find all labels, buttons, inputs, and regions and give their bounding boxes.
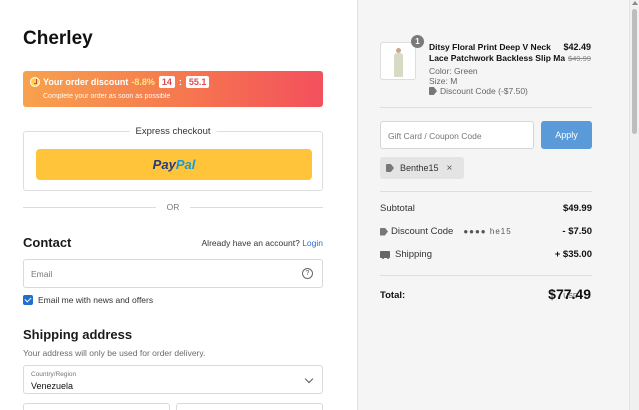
product-size: Size: M xyxy=(429,76,458,86)
email-input[interactable]: Email ? xyxy=(23,259,323,288)
order-summary-panel: 1 Ditsy Floral Print Deep V Neck Lace Pa… xyxy=(357,0,639,410)
discount-title: Your order discount xyxy=(43,77,129,87)
dress-image-body xyxy=(394,53,403,77)
or-divider: OR xyxy=(23,201,323,213)
express-checkout-title: Express checkout xyxy=(129,126,217,137)
shipping-heading: Shipping address xyxy=(23,327,133,342)
order-discount-banner: Your order discount -8.8% 14 : 55.1 Comp… xyxy=(23,71,323,107)
product-color: Color: Green xyxy=(429,66,478,76)
or-text: OR xyxy=(166,202,180,212)
contact-heading: Contact xyxy=(23,235,72,250)
discount-label-group: Discount Code ●●●● he15 xyxy=(380,226,512,237)
paypal-logo-part2: Pal xyxy=(175,157,196,172)
applied-code: Benthe15 xyxy=(400,163,439,173)
apply-button[interactable]: Apply xyxy=(541,121,592,149)
total-label: Total: xyxy=(380,290,406,301)
product-name: Ditsy Floral Print Deep V Neck Lace Patc… xyxy=(429,42,565,64)
product-discount-text: Discount Code (-$7.50) xyxy=(440,86,528,96)
chevron-down-icon xyxy=(304,374,314,384)
tag-icon xyxy=(429,87,437,95)
tag-icon xyxy=(386,164,394,172)
scrollbar[interactable] xyxy=(629,0,639,410)
discount-amount: - $7.50 xyxy=(562,226,592,237)
divider-line-left xyxy=(23,207,156,208)
shipping-label-group: Shipping xyxy=(380,249,432,260)
discount-subtitle: Complete your order as soon as possible xyxy=(43,93,171,100)
shipping-amount: + $35.00 xyxy=(554,249,592,260)
country-label: Country/Region xyxy=(31,371,77,378)
login-link[interactable]: Login xyxy=(302,238,323,248)
divider-line-right xyxy=(190,207,323,208)
newsletter-checkbox[interactable] xyxy=(23,295,33,305)
timer-separator: : xyxy=(178,77,182,87)
login-prompt: Already have an account? Login xyxy=(202,238,323,248)
help-icon[interactable]: ? xyxy=(302,268,313,279)
product-price: $42.49 xyxy=(563,42,591,52)
product-thumbnail xyxy=(380,42,416,80)
email-placeholder: Email xyxy=(31,269,53,279)
discount-percent: -8.8% xyxy=(131,77,155,87)
product-name-line1: Ditsy Floral Print Deep V Neck xyxy=(429,42,551,52)
express-checkout-box: Express checkout Pay Pal xyxy=(23,126,323,191)
tag-icon xyxy=(380,227,388,236)
quantity-badge: 1 xyxy=(411,35,424,48)
shipping-label: Shipping xyxy=(395,249,432,260)
product-name-line2: Lace Patchwork Backless Slip Ma... xyxy=(429,53,565,63)
applied-code-chip: Benthe15 × xyxy=(380,157,464,179)
product-discount: Discount Code (-$7.50) xyxy=(429,86,528,96)
timer-seconds: 55.1 xyxy=(185,76,210,88)
country-value: Venezuela xyxy=(31,381,74,391)
newsletter-opt-in[interactable]: Email me with news and offers xyxy=(23,295,153,305)
subtotal-label: Subtotal xyxy=(380,203,415,214)
summary-divider xyxy=(380,191,592,192)
country-select[interactable]: Country/Region Venezuela xyxy=(23,365,323,394)
scroll-up-arrow-icon[interactable] xyxy=(632,1,638,5)
paypal-button[interactable]: Pay Pal xyxy=(36,149,312,180)
paypal-logo-part1: Pay xyxy=(152,157,176,172)
login-prompt-text: Already have an account? xyxy=(201,238,300,248)
newsletter-label: Email me with news and offers xyxy=(38,295,154,305)
discount-banner-headline: Your order discount -8.8% 14 : 55.1 xyxy=(30,76,210,88)
discount-code-masked: ●●●● he15 xyxy=(463,227,512,236)
checkout-form-panel: Cherley Your order discount -8.8% 14 : 5… xyxy=(0,0,357,410)
total-amount: $77.49 xyxy=(548,286,591,302)
product-original-price: $49.99 xyxy=(568,54,591,63)
alarm-clock-icon xyxy=(30,77,40,87)
scroll-thumb[interactable] xyxy=(632,9,637,134)
coupon-placeholder: Gift Card / Coupon Code xyxy=(388,131,482,141)
shipping-note: Your address will only be used for order… xyxy=(23,348,206,358)
store-logo[interactable]: Cherley xyxy=(23,28,93,50)
dress-image xyxy=(394,48,403,77)
coupon-input[interactable]: Gift Card / Coupon Code xyxy=(380,121,534,149)
last-name-input[interactable] xyxy=(176,403,323,410)
timer-minutes: 14 xyxy=(158,76,175,88)
subtotal-amount: $49.99 xyxy=(562,203,592,214)
remove-code-icon[interactable]: × xyxy=(447,163,453,174)
truck-icon xyxy=(380,251,390,259)
summary-divider xyxy=(380,107,592,108)
summary-divider xyxy=(380,275,592,276)
discount-label: Discount Code xyxy=(391,226,454,237)
first-name-input[interactable] xyxy=(23,403,170,410)
